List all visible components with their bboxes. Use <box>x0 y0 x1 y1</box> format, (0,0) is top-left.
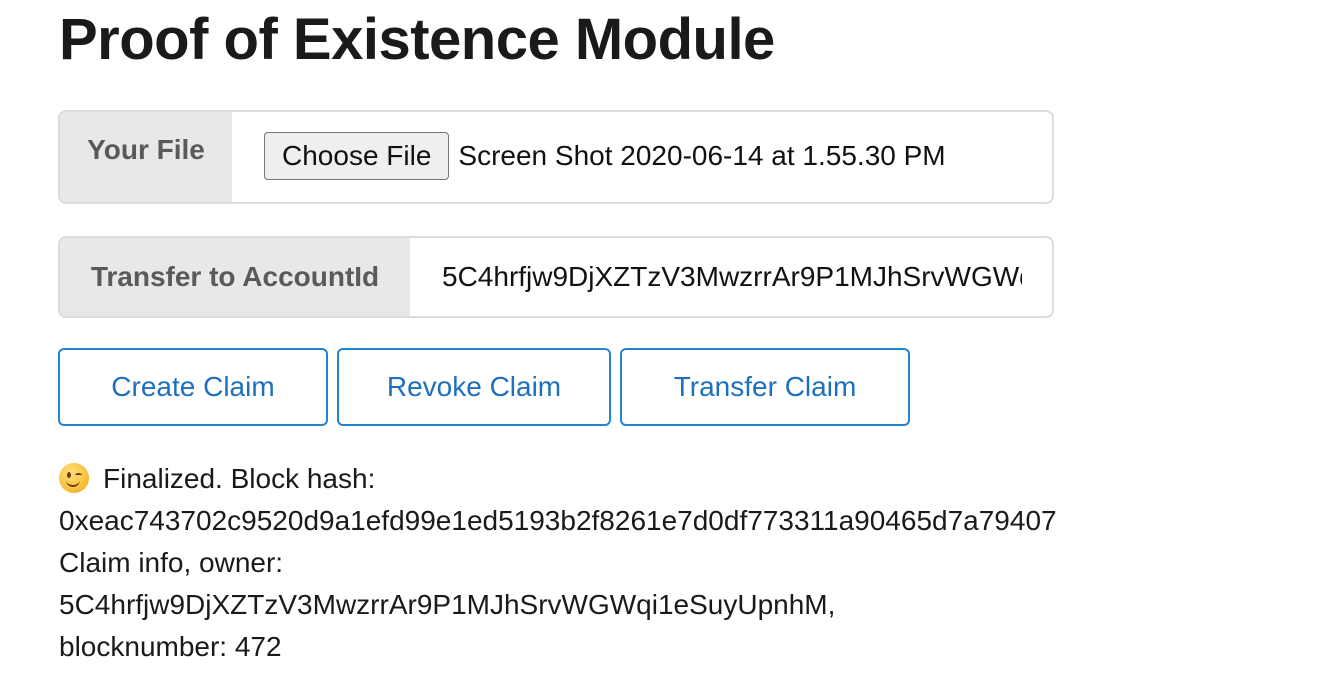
account-input-group: Transfer to AccountId <box>58 236 1054 318</box>
page-title: Proof of Existence Module <box>59 7 775 72</box>
account-label: Transfer to AccountId <box>60 238 410 316</box>
file-input-group: Your File Choose File Screen Shot 2020-0… <box>58 110 1054 204</box>
selected-file-name: Screen Shot 2020-06-14 at 1.55.30 PM <box>458 140 946 171</box>
file-label: Your File <box>60 112 232 202</box>
file-field: Choose File Screen Shot 2020-06-14 at 1.… <box>232 112 1052 202</box>
choose-file-button[interactable]: Choose File <box>264 132 450 180</box>
create-claim-button[interactable]: Create Claim <box>58 348 328 426</box>
claim-button-group: Create Claim Revoke Claim Transfer Claim <box>58 348 910 426</box>
page: Proof of Existence Module Your File Choo… <box>0 0 1338 678</box>
transfer-claim-button[interactable]: Transfer Claim <box>620 348 910 426</box>
winking-face-icon <box>59 463 89 493</box>
account-field-wrapper <box>410 238 1052 316</box>
claim-blocknumber: blocknumber: 472 <box>59 631 282 662</box>
revoke-claim-button[interactable]: Revoke Claim <box>337 348 611 426</box>
claim-info-label: Claim info, owner: <box>59 547 284 578</box>
block-hash: 0xeac743702c9520d9a1efd99e1ed5193b2f8261… <box>59 505 1057 536</box>
account-id-input[interactable] <box>410 238 1052 316</box>
claim-owner: 5C4hrfjw9DjXZTzV3MwzrrAr9P1MJhSrvWGWqi1e… <box>59 589 836 620</box>
status-finalized-text: Finalized. Block hash: <box>103 463 376 494</box>
status-line-finalized: Finalized. Block hash: <box>59 458 1299 500</box>
status-message: Finalized. Block hash: 0xeac743702c9520d… <box>59 458 1299 668</box>
